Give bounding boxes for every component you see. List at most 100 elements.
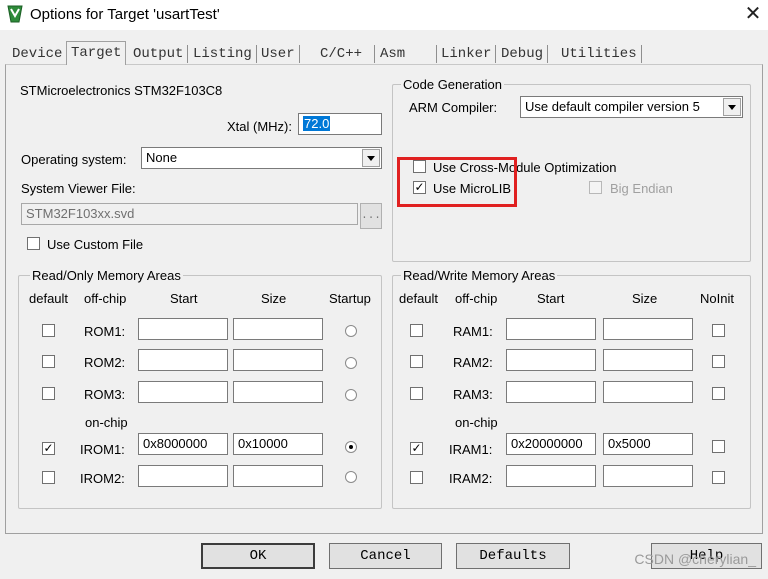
ram2-size-input[interactable]	[603, 349, 693, 371]
ro-header-offchip: off-chip	[84, 291, 127, 306]
irom2-default-checkbox[interactable]	[42, 471, 55, 484]
iram2-noinit-checkbox[interactable]	[712, 471, 725, 484]
ro-header-start: Start	[170, 291, 198, 306]
irom1-default-checkbox[interactable]: ✓	[42, 442, 55, 455]
iram2-size-input[interactable]	[603, 465, 693, 487]
ram1-label: RAM1:	[453, 324, 493, 339]
irom2-start-input[interactable]	[138, 465, 228, 487]
tab-debug[interactable]: Debug	[497, 45, 549, 63]
iram2-label: IRAM2:	[449, 471, 493, 486]
ro-header-startup: Startup	[329, 291, 371, 306]
keil-app-icon	[7, 5, 23, 23]
ro-header-size: Size	[261, 291, 287, 306]
svd-file-input: STM32F103xx.svd	[21, 203, 358, 225]
rom2-default-checkbox[interactable]	[42, 355, 55, 368]
rom2-start-input[interactable]	[138, 349, 228, 371]
irom2-startup-radio[interactable]	[345, 471, 357, 483]
rw-memory-title: Read/Write Memory Areas	[401, 268, 558, 283]
rom2-size-input[interactable]	[233, 349, 323, 371]
ro-onchip-label: on-chip	[85, 415, 128, 430]
custom-file-checkbox[interactable]	[27, 237, 40, 250]
iram1-start-input[interactable]: 0x20000000	[506, 433, 596, 455]
ram1-start-input[interactable]	[506, 318, 596, 340]
rom1-label: ROM1:	[84, 324, 126, 339]
cancel-button[interactable]: Cancel	[329, 543, 442, 569]
ram2-noinit-checkbox[interactable]	[712, 355, 725, 368]
ram2-default-checkbox[interactable]	[410, 355, 423, 368]
rom3-label: ROM3:	[84, 387, 126, 402]
annotation-highlight-box	[397, 157, 517, 207]
os-label: Operating system:	[21, 152, 127, 167]
irom2-size-input[interactable]	[233, 465, 323, 487]
compiler-select-value: Use default compiler version 5	[525, 99, 700, 114]
rom3-start-input[interactable]	[138, 381, 228, 403]
ok-button[interactable]: OK	[201, 543, 315, 569]
compiler-label: ARM Compiler:	[409, 100, 498, 115]
ram1-default-checkbox[interactable]	[410, 324, 423, 337]
irom1-size-input[interactable]: 0x10000	[233, 433, 323, 455]
iram1-size-input[interactable]: 0x5000	[603, 433, 693, 455]
watermark-text: CSDN @cherylian_	[634, 551, 756, 567]
svd-browse-button: ...	[360, 203, 382, 229]
rw-onchip-label: on-chip	[455, 415, 498, 430]
chevron-down-icon[interactable]	[362, 149, 380, 167]
ram3-size-input[interactable]	[603, 381, 693, 403]
os-select-value: None	[146, 150, 178, 165]
rom1-default-checkbox[interactable]	[42, 324, 55, 337]
rom1-size-input[interactable]	[233, 318, 323, 340]
irom1-startup-radio[interactable]	[345, 441, 357, 453]
tab-target[interactable]: Target	[66, 41, 127, 65]
tab-c-cpp[interactable]: C/C++	[316, 45, 375, 63]
rom1-startup-radio[interactable]	[345, 325, 357, 337]
rom2-label: ROM2:	[84, 355, 126, 370]
rw-header-noinit: NoInit	[700, 291, 734, 306]
rom2-startup-radio[interactable]	[345, 357, 357, 369]
rw-header-offchip: off-chip	[455, 291, 498, 306]
compiler-select[interactable]: Use default compiler version 5	[520, 96, 743, 118]
xtal-input[interactable]: 72.0	[298, 113, 382, 135]
tab-output[interactable]: Output	[129, 45, 189, 63]
device-name: STMicroelectronics STM32F103C8	[20, 83, 223, 98]
irom1-start-input[interactable]: 0x8000000	[138, 433, 228, 455]
rom3-size-input[interactable]	[233, 381, 323, 403]
irom2-label: IROM2:	[80, 471, 125, 486]
ram2-label: RAM2:	[453, 355, 493, 370]
defaults-button[interactable]: Defaults	[456, 543, 570, 569]
irom1-label: IROM1:	[80, 442, 125, 457]
rw-header-start: Start	[537, 291, 565, 306]
rw-header-size: Size	[632, 291, 658, 306]
tab-listing[interactable]: Listing	[189, 45, 257, 63]
os-select[interactable]: None	[141, 147, 382, 169]
close-icon[interactable]: ✕	[740, 2, 766, 28]
rom3-default-checkbox[interactable]	[42, 387, 55, 400]
big-endian-label: Big Endian	[610, 181, 673, 196]
rom1-start-input[interactable]	[138, 318, 228, 340]
ram2-start-input[interactable]	[506, 349, 596, 371]
iram2-default-checkbox[interactable]	[410, 471, 423, 484]
ram3-label: RAM3:	[453, 387, 493, 402]
tab-device[interactable]: Device	[8, 45, 68, 63]
tab-linker[interactable]: Linker	[437, 45, 497, 63]
tab-utilities[interactable]: Utilities	[557, 45, 642, 63]
iram1-default-checkbox[interactable]: ✓	[410, 442, 423, 455]
tab-user[interactable]: User	[257, 45, 300, 63]
iram2-start-input[interactable]	[506, 465, 596, 487]
iram1-noinit-checkbox[interactable]	[712, 440, 725, 453]
rom3-startup-radio[interactable]	[345, 389, 357, 401]
ro-memory-title: Read/Only Memory Areas	[30, 268, 183, 283]
xtal-label: Xtal (MHz):	[227, 119, 292, 134]
ro-header-default: default	[29, 291, 69, 306]
iram1-label: IRAM1:	[449, 442, 493, 457]
ram3-start-input[interactable]	[506, 381, 596, 403]
window-title: Options for Target 'usartTest'	[30, 6, 220, 23]
rw-header-default: default	[399, 291, 439, 306]
ram1-size-input[interactable]	[603, 318, 693, 340]
ram1-noinit-checkbox[interactable]	[712, 324, 725, 337]
ram3-default-checkbox[interactable]	[410, 387, 423, 400]
big-endian-checkbox	[589, 181, 602, 194]
tab-asm[interactable]: Asm	[376, 45, 437, 63]
ram3-noinit-checkbox[interactable]	[712, 387, 725, 400]
chevron-down-icon[interactable]	[723, 98, 741, 116]
custom-file-label: Use Custom File	[47, 237, 144, 252]
svd-label: System Viewer File:	[21, 181, 136, 196]
